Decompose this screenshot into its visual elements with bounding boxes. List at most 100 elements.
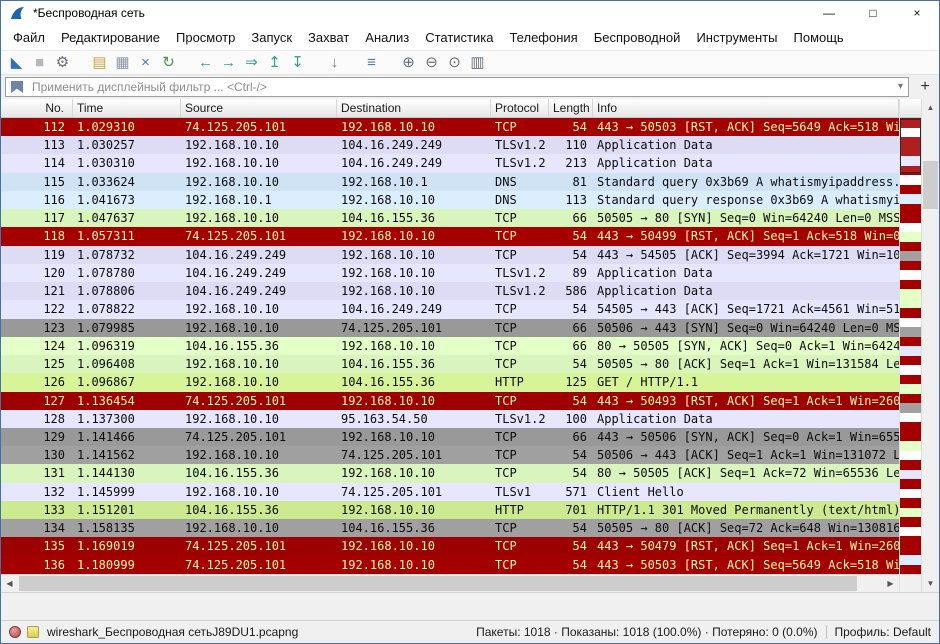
- display-filter-input[interactable]: [5, 77, 909, 97]
- column-header-no[interactable]: No.: [1, 99, 73, 117]
- cell-time: 1.096408: [73, 355, 181, 373]
- menu-item-6[interactable]: Статистика: [417, 25, 501, 50]
- cell-destination: 192.168.10.10: [337, 392, 491, 410]
- menu-item-10[interactable]: Помощь: [786, 25, 852, 50]
- packet-row-126[interactable]: 1261.096867192.168.10.10104.16.155.36HTT…: [1, 373, 899, 391]
- expert-info-icon[interactable]: [9, 626, 21, 638]
- go-to-packet-icon[interactable]: ⇒: [240, 51, 263, 74]
- go-first-packet-icon[interactable]: ↥: [263, 51, 286, 74]
- save-file-icon[interactable]: ▦: [111, 51, 134, 74]
- minimap-band: [900, 432, 921, 442]
- packet-row-129[interactable]: 1291.14146674.125.205.101192.168.10.10TC…: [1, 428, 899, 446]
- menu-item-7[interactable]: Телефония: [501, 25, 585, 50]
- horizontal-scrollbar[interactable]: ◀ ▶: [1, 574, 899, 592]
- capture-file-properties-icon[interactable]: [27, 626, 39, 638]
- filter-chevron-icon[interactable]: ▾: [898, 77, 903, 97]
- packet-row-118[interactable]: 1181.05731174.125.205.101192.168.10.10TC…: [1, 227, 899, 245]
- zoom-in-icon[interactable]: ⊕: [397, 51, 420, 74]
- cell-destination: 192.168.10.10: [337, 191, 491, 209]
- packet-row-132[interactable]: 1321.145999192.168.10.1074.125.205.101TL…: [1, 483, 899, 501]
- minimap-band: [900, 422, 921, 432]
- maximize-button[interactable]: □: [851, 1, 895, 25]
- cell-protocol: TLSv1.2: [491, 136, 549, 154]
- resize-columns-icon[interactable]: ▥: [466, 51, 489, 74]
- add-filter-button[interactable]: +: [915, 77, 935, 97]
- packet-row-120[interactable]: 1201.078780104.16.249.249192.168.10.10TL…: [1, 264, 899, 282]
- packet-row-123[interactable]: 1231.079985192.168.10.1074.125.205.101TC…: [1, 319, 899, 337]
- packet-row-130[interactable]: 1301.141562192.168.10.1074.125.205.101TC…: [1, 446, 899, 464]
- packet-row-117[interactable]: 1171.047637192.168.10.10104.16.155.36TCP…: [1, 209, 899, 227]
- packet-row-122[interactable]: 1221.078822192.168.10.10104.16.249.249TC…: [1, 300, 899, 318]
- menu-item-0[interactable]: Файл: [5, 25, 53, 50]
- packet-row-128[interactable]: 1281.137300192.168.10.1095.163.54.50TLSv…: [1, 410, 899, 428]
- menu-item-8[interactable]: Беспроводной: [586, 25, 689, 50]
- scroll-down-icon[interactable]: ▼: [922, 575, 939, 592]
- open-file-icon[interactable]: ▤: [88, 51, 111, 74]
- packet-row-124[interactable]: 1241.096319104.16.155.36192.168.10.10TCP…: [1, 337, 899, 355]
- packet-row-134[interactable]: 1341.158135192.168.10.10104.16.155.36TCP…: [1, 519, 899, 537]
- go-forward-icon[interactable]: →: [217, 51, 240, 74]
- cell-info: Standard query 0x3b69 A whatismyipaddres…: [593, 173, 899, 191]
- packet-row-113[interactable]: 1131.030257192.168.10.10104.16.249.249TL…: [1, 136, 899, 154]
- column-header-length[interactable]: Length: [549, 99, 593, 117]
- scroll-up-icon[interactable]: ▲: [922, 99, 939, 116]
- menu-item-1[interactable]: Редактирование: [53, 25, 168, 50]
- packet-row-115[interactable]: 1151.033624192.168.10.10192.168.10.1DNS8…: [1, 173, 899, 191]
- cell-time: 1.169019: [73, 537, 181, 555]
- auto-scroll-icon[interactable]: ↓: [323, 51, 346, 74]
- stop-capture-icon[interactable]: ■: [28, 51, 51, 74]
- packet-row-121[interactable]: 1211.078806104.16.249.249192.168.10.10TL…: [1, 282, 899, 300]
- column-header-info[interactable]: Info: [593, 99, 899, 117]
- go-back-icon[interactable]: ←: [194, 51, 217, 74]
- column-header-source[interactable]: Source: [181, 99, 337, 117]
- cell-length: 81: [549, 173, 593, 191]
- cell-length: 54: [549, 446, 593, 464]
- cell-no: 134: [1, 519, 73, 537]
- column-header-destination[interactable]: Destination: [337, 99, 491, 117]
- cell-protocol: TCP: [491, 464, 549, 482]
- packet-minimap[interactable]: [900, 118, 921, 574]
- cell-info: Application Data: [593, 282, 899, 300]
- menu-item-5[interactable]: Анализ: [357, 25, 417, 50]
- column-header-protocol[interactable]: Protocol: [491, 99, 549, 117]
- column-header-time[interactable]: Time: [73, 99, 181, 117]
- minimap-band: [900, 451, 921, 461]
- zoom-original-icon[interactable]: ⊙: [443, 51, 466, 74]
- profile-label[interactable]: Профиль: Default: [835, 625, 932, 639]
- menu-item-4[interactable]: Захват: [300, 25, 357, 50]
- menu-item-2[interactable]: Просмотр: [168, 25, 243, 50]
- colorize-icon[interactable]: ≡: [360, 51, 383, 74]
- minimize-button[interactable]: —: [807, 1, 851, 25]
- go-last-packet-icon[interactable]: ↧: [286, 51, 309, 74]
- close-button[interactable]: ×: [895, 1, 939, 25]
- packet-row-114[interactable]: 1141.030310192.168.10.10104.16.249.249TL…: [1, 154, 899, 172]
- toolbar: ◣■⚙ ▤▦×↻ ←→⇒↥↧ ↓ ≡ ⊕⊖⊙▥: [1, 50, 939, 75]
- statusbar-separator: [826, 625, 827, 639]
- packet-row-125[interactable]: 1251.096408192.168.10.10104.16.155.36TCP…: [1, 355, 899, 373]
- packet-row-127[interactable]: 1271.13645474.125.205.101192.168.10.10TC…: [1, 392, 899, 410]
- packet-row-116[interactable]: 1161.041673192.168.10.1192.168.10.10DNS1…: [1, 191, 899, 209]
- minimap-view-window[interactable]: [900, 119, 921, 173]
- packet-row-119[interactable]: 1191.078732104.16.249.249192.168.10.10TC…: [1, 246, 899, 264]
- zoom-out-icon[interactable]: ⊖: [420, 51, 443, 74]
- cell-destination: 192.168.10.10: [337, 227, 491, 245]
- reload-file-icon[interactable]: ↻: [157, 51, 180, 74]
- capture-options-icon[interactable]: ⚙: [51, 51, 74, 74]
- packet-row-112[interactable]: 1121.02931074.125.205.101192.168.10.10TC…: [1, 118, 899, 136]
- packet-row-135[interactable]: 1351.16901974.125.205.101192.168.10.10TC…: [1, 537, 899, 555]
- menu-item-3[interactable]: Запуск: [243, 25, 300, 50]
- minimap-band: [900, 299, 921, 309]
- packet-row-136[interactable]: 1361.18099974.125.205.101192.168.10.10TC…: [1, 556, 899, 574]
- packet-row-131[interactable]: 1311.144130104.16.155.36192.168.10.10TCP…: [1, 464, 899, 482]
- vertical-scroll-thumb[interactable]: [923, 161, 938, 209]
- close-file-icon[interactable]: ×: [134, 51, 157, 74]
- cell-destination: 74.125.205.101: [337, 319, 491, 337]
- scroll-right-icon[interactable]: ▶: [882, 575, 899, 592]
- cell-source: 104.16.249.249: [181, 264, 337, 282]
- menu-item-9[interactable]: Инструменты: [688, 25, 785, 50]
- start-capture-icon[interactable]: ◣: [5, 51, 28, 74]
- scroll-left-icon[interactable]: ◀: [1, 575, 18, 592]
- packet-row-133[interactable]: 1331.151201104.16.155.36192.168.10.10HTT…: [1, 501, 899, 519]
- horizontal-scroll-thumb[interactable]: [19, 576, 857, 591]
- vertical-scrollbar[interactable]: ▲ ▼: [921, 99, 939, 592]
